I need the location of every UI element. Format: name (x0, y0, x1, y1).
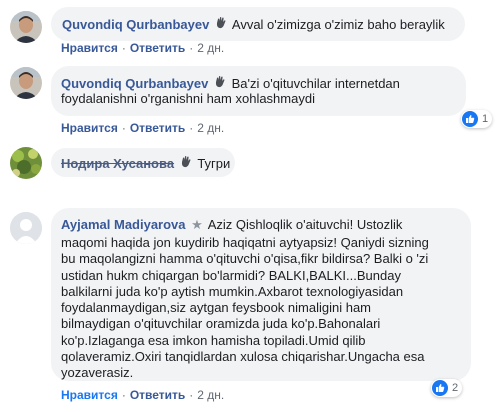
reaction-counter[interactable]: 1 (461, 110, 493, 128)
comment-time[interactable]: 2 дн. (197, 41, 224, 55)
comment-author[interactable]: Нодира Хусанова (61, 156, 174, 171)
comment-bubble: Нодира Хусанова Тугри (51, 148, 235, 177)
reaction-count: 2 (452, 382, 459, 394)
comment-author[interactable]: Quvondiq Qurbanbayev (61, 76, 208, 91)
comment-text: Avval o'zimizga o'zimiz baho beraylik (231, 17, 445, 32)
like-reaction-icon (462, 111, 478, 127)
star-icon: ★ (191, 217, 203, 232)
separator-dot: · (189, 121, 194, 135)
like-link[interactable]: Нравится (61, 41, 118, 55)
avatar[interactable] (10, 212, 42, 244)
comment-text-line: bilmaydigan o'qituvchilar oramizda juda … (61, 316, 381, 332)
comment-bubble: Quvondiq Qurbanbayev Avval o'zimizga o'z… (51, 7, 465, 41)
reply-link[interactable]: Ответить (130, 388, 185, 402)
separator-dot: · (121, 388, 126, 402)
reaction-count: 1 (482, 113, 489, 125)
comment-text-line: bu maqolangizni hamma o'qituvchi o'qisa,… (61, 251, 429, 267)
comment-text-line: Aziz Qishloqlik o'aituvchi! Ustozlik (207, 217, 403, 232)
comment-text-line: Ba'zi o'qituvchilar internetdan (231, 76, 400, 91)
like-reaction-icon (432, 380, 448, 396)
comment-time[interactable]: 2 дн. (197, 388, 224, 402)
comment-text-line: ko'p.Izlaganga esa imkon hamisha topilad… (61, 332, 366, 348)
comment-author[interactable]: Quvondiq Qurbanbayev (62, 17, 209, 32)
comment-text-line: ustidan hukm chiqargan bo'larmidi? BALKI… (61, 267, 401, 283)
comment-actions: Нравится · Ответить · 2 дн. (61, 121, 224, 135)
comment-bubble: Quvondiq Qurbanbayev Ba'zi o'qituvchilar… (51, 66, 466, 116)
comment-text: Тугри (197, 156, 231, 171)
comment-text-line: foydalanishni o'rganishni ham xohlashmay… (61, 91, 315, 106)
reply-link[interactable]: Ответить (130, 41, 185, 55)
reply-link[interactable]: Ответить (130, 121, 185, 135)
avatar[interactable] (10, 147, 42, 179)
comment-text-line: yozaverasiz. (61, 365, 134, 381)
comment-actions: Нравится · Ответить · 2 дн. (61, 41, 224, 55)
comment-bubble: Ayjamal Madiyarova ★ Aziz Qishloqlik o'a… (51, 208, 471, 381)
waving-hand-icon (214, 75, 226, 92)
comment-text-line: qolaveramiz.Oxiri tanqidlardan xulosa ch… (61, 349, 425, 365)
comment-text-line: maqomi haqida jon kuydirib haqiqatni ayt… (61, 235, 429, 250)
reaction-counter[interactable]: 2 (431, 379, 463, 397)
comment-text-line: balkilarni juda ko'p aytish mumkin.Axbar… (61, 283, 404, 299)
waving-hand-icon (180, 155, 192, 172)
like-link[interactable]: Нравится (61, 388, 118, 402)
separator-dot: · (121, 121, 126, 135)
separator-dot: · (121, 41, 126, 55)
waving-hand-icon (215, 16, 227, 33)
comment-text-line: foydalanmaydigan,siz aytgan feysbook nim… (61, 300, 372, 316)
comment-actions: Нравится · Ответить · 2 дн. (61, 388, 224, 402)
comment-text: maqomi haqida jon kuydirib haqiqatni ayt… (61, 235, 429, 382)
comment-author[interactable]: Ayjamal Madiyarova (61, 217, 186, 232)
avatar[interactable] (10, 11, 42, 43)
like-link[interactable]: Нравится (61, 121, 118, 135)
separator-dot: · (189, 388, 194, 402)
comment-time[interactable]: 2 дн. (197, 121, 224, 135)
avatar[interactable] (10, 67, 42, 99)
separator-dot: · (189, 41, 194, 55)
